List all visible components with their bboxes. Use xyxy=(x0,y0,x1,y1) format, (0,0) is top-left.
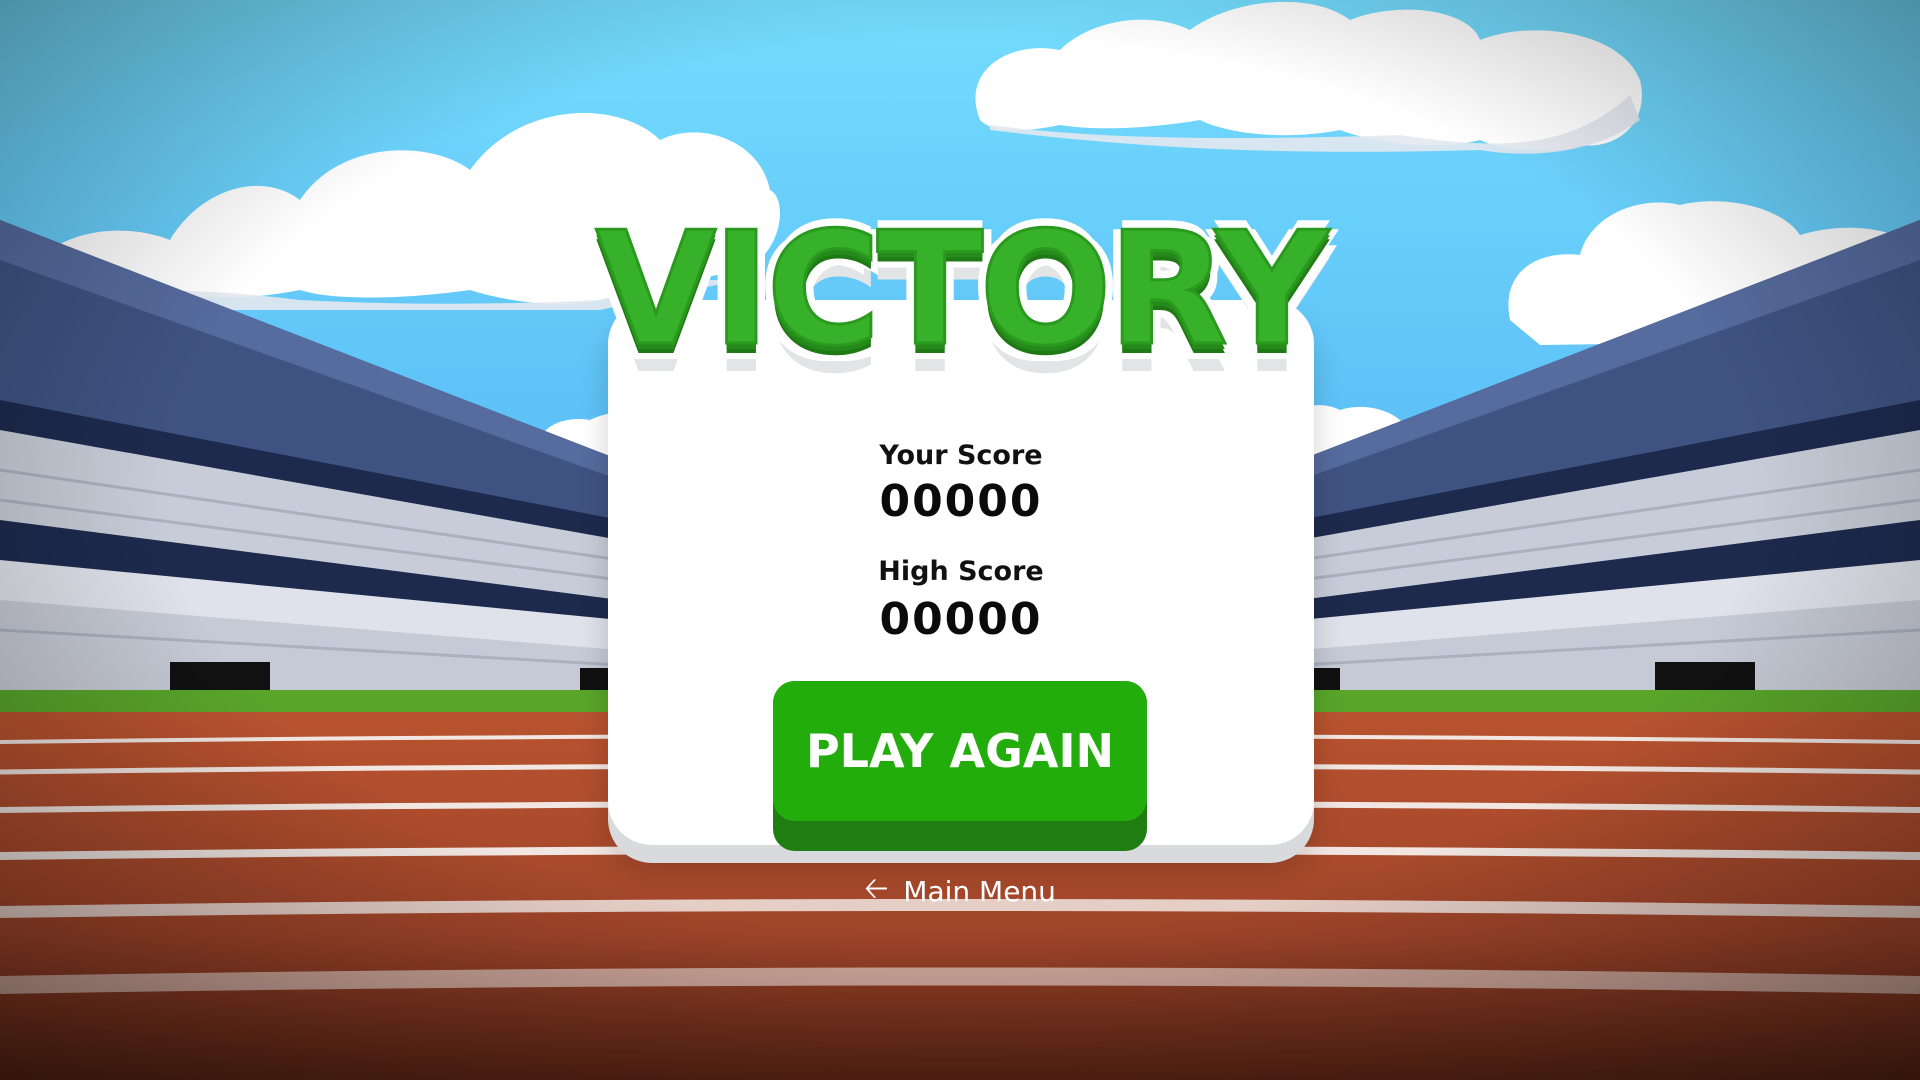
arrow-left-icon: 🡠 xyxy=(864,871,889,906)
your-score-value: 00000 xyxy=(879,476,1043,527)
victory-title: VICTORY xyxy=(594,197,1330,382)
high-score-value: 00000 xyxy=(879,594,1043,645)
main-menu-link[interactable]: 🡠 Main Menu xyxy=(0,866,1920,917)
play-again-button[interactable]: PLAY AGAIN xyxy=(773,681,1147,851)
play-again-label: PLAY AGAIN xyxy=(805,724,1115,778)
main-menu-label: Main Menu xyxy=(903,875,1056,908)
high-score-label: High Score xyxy=(878,556,1044,587)
your-score-label: Your Score xyxy=(879,440,1043,471)
play-again-button-face[interactable]: PLAY AGAIN xyxy=(773,681,1147,821)
